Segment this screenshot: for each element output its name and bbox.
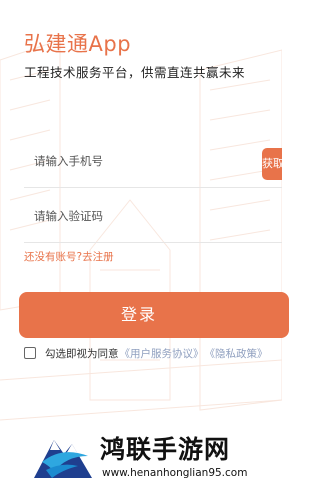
verification-code-input[interactable] xyxy=(32,208,246,224)
app-subtitle: 工程技术服务平台，供需直连共赢未来 xyxy=(24,65,246,80)
phone-input[interactable] xyxy=(32,153,246,169)
agreement-checkbox[interactable] xyxy=(24,347,36,359)
send-code-button[interactable]: 获取验证码 xyxy=(262,148,282,180)
agreement-row: 勾选即视为同意 《用户服务协议》 《隐私政策》 xyxy=(24,345,268,361)
app-title: 弘建通App xyxy=(24,32,132,56)
mountain-bird-logo-icon xyxy=(34,440,92,478)
privacy-policy-link[interactable]: 《隐私政策》 xyxy=(205,346,268,361)
login-button[interactable]: 登录 xyxy=(19,292,289,338)
agreement-text: 勾选即视为同意 xyxy=(45,347,119,360)
watermark: 鸿联手游网 www.henanhonglian95.com xyxy=(32,426,282,486)
watermark-url: www.henanhonglian95.com xyxy=(102,467,248,479)
watermark-title: 鸿联手游网 xyxy=(100,435,231,464)
verification-code-field xyxy=(24,194,282,243)
user-agreement-link[interactable]: 《用户服务协议》 xyxy=(120,346,204,361)
register-link[interactable]: 还没有账号?去注册 xyxy=(24,249,114,264)
phone-field: 获取验证码 xyxy=(24,139,282,188)
